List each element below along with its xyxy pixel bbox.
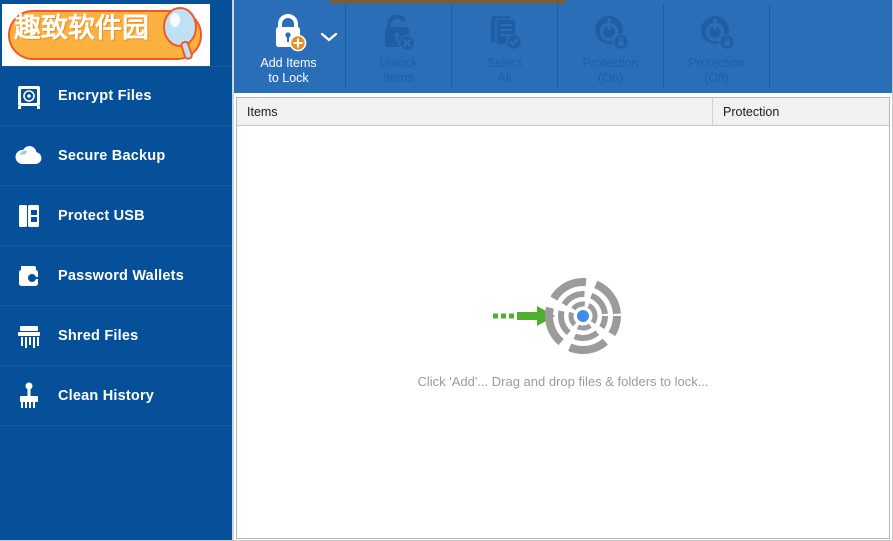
toolbar-button-protection-on[interactable]: Protection (On) (558, 0, 663, 93)
toolbar-button-label: Unlock Items (379, 56, 418, 85)
items-list[interactable]: Click 'Add'... Drag and drop files & fol… (237, 126, 889, 538)
toolbar: Add Items to Lock Unlock Items Select Al… (232, 0, 892, 93)
lock-add-icon (266, 11, 312, 53)
sidebar-item-label: Clean History (58, 387, 155, 404)
sidebar-item-label: Encrypt Files (58, 88, 152, 104)
logo: 趣致软件园 (2, 4, 210, 66)
sidebar-item-label: Password Wallets (58, 267, 184, 284)
shredder-icon (14, 321, 44, 351)
list-header: Items Protection (237, 98, 889, 126)
toolbar-button-label: Protection (On) (582, 56, 639, 85)
power-off-icon (696, 11, 738, 53)
logo-text: 趣致软件园 (14, 13, 149, 44)
dropzone[interactable]: Click 'Add'... Drag and drop files & fol… (237, 126, 889, 538)
sidebar-item-label: Shred Files (58, 327, 139, 344)
toolbar-button-label: Add Items to Lock (260, 56, 317, 85)
items-panel: Items Protection Click 'Add'... Drag and… (236, 97, 890, 539)
toolbar-separator (769, 4, 770, 89)
sidebar-item-protect-usb[interactable]: Protect USB (0, 186, 232, 246)
chevron-down-icon[interactable] (320, 30, 338, 48)
power-on-icon (590, 11, 632, 53)
usb-drive-icon (14, 201, 44, 231)
select-all-icon (484, 11, 526, 53)
sidebar-divider (232, 0, 234, 540)
sidebar-item-clean-history[interactable]: Clean History (0, 366, 232, 426)
toolbar-button-label: Select All (487, 56, 522, 85)
sidebar-item-shred-files[interactable]: Shred Files (0, 306, 232, 366)
application-window: 趣致软件园 Encrypt Files Secure Backup Protec… (0, 0, 893, 541)
sidebar: 趣致软件园 Encrypt Files Secure Backup Protec… (0, 0, 232, 540)
titlebar-sliver (330, 0, 566, 4)
column-header-items[interactable]: Items (237, 98, 713, 125)
safe-icon (14, 81, 44, 111)
sidebar-nav: Encrypt Files Secure Backup Protect USB … (0, 66, 232, 426)
toolbar-button-select-all[interactable]: Select All (452, 0, 557, 93)
unlock-icon (377, 11, 421, 53)
magnifying-glass-icon (163, 7, 197, 60)
brush-icon (14, 381, 44, 411)
toolbar-button-protection-off[interactable]: Protection (Off) (664, 0, 769, 93)
wallet-icon (14, 261, 44, 291)
sidebar-item-secure-backup[interactable]: Secure Backup (0, 126, 232, 186)
sidebar-item-label: Secure Backup (58, 147, 166, 164)
sidebar-item-password-wallets[interactable]: Password Wallets (0, 246, 232, 306)
sidebar-item-encrypt-files[interactable]: Encrypt Files (0, 66, 232, 126)
sidebar-item-label: Protect USB (58, 207, 145, 224)
toolbar-button-unlock-items[interactable]: Unlock Items (346, 0, 451, 93)
cloud-icon (14, 141, 44, 171)
column-header-protection[interactable]: Protection (713, 98, 889, 125)
target-drop-icon (483, 276, 643, 356)
dropzone-hint: Click 'Add'... Drag and drop files & fol… (417, 374, 709, 389)
toolbar-button-label: Protection (Off) (688, 56, 745, 85)
